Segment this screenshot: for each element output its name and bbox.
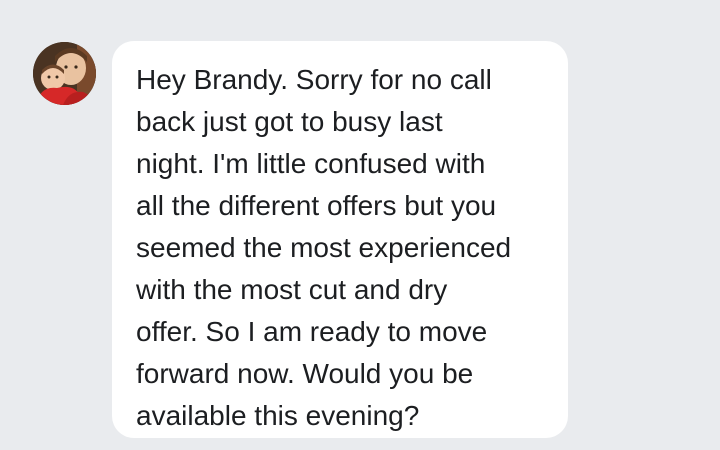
message-text: Hey Brandy. Sorry for no call back just … (136, 64, 512, 431)
incoming-message-row: Hey Brandy. Sorry for no call back just … (0, 0, 720, 450)
contact-avatar[interactable] (33, 42, 96, 105)
contact-photo-icon (33, 42, 96, 105)
chat-screen: Hey Brandy. Sorry for no call back just … (0, 0, 720, 450)
message-bubble[interactable]: Hey Brandy. Sorry for no call back just … (112, 41, 568, 438)
